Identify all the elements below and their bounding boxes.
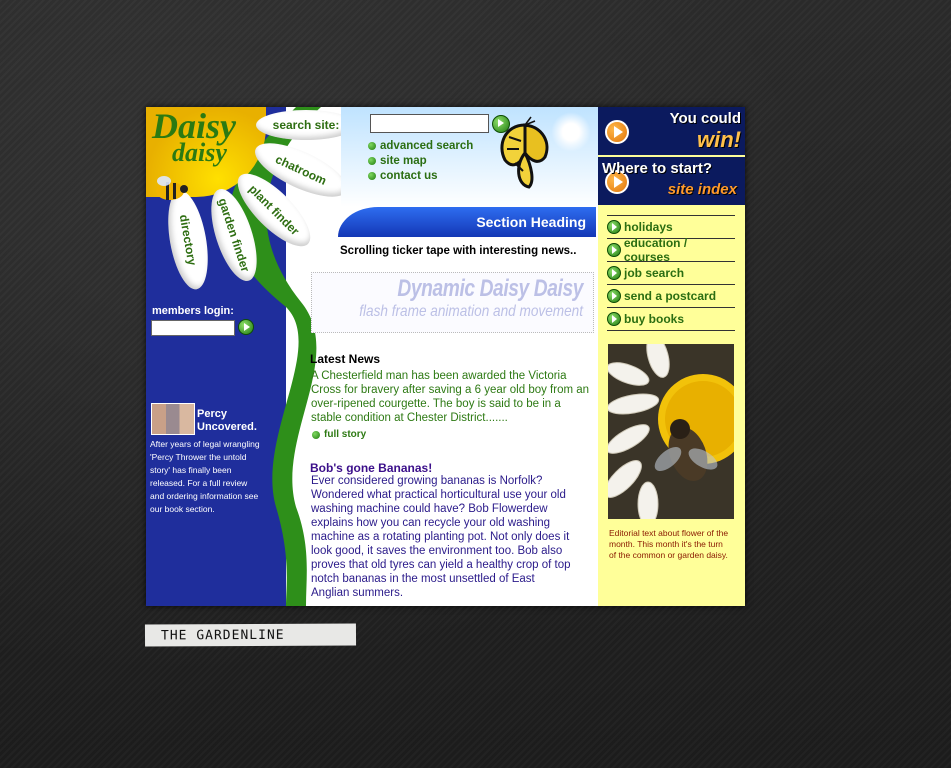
bob-article-heading: Bob's gone Bananas!	[310, 461, 433, 475]
site-index-banner-line-1: Where to start?	[602, 160, 713, 177]
bullet-icon	[312, 430, 320, 439]
menu-item-holidays[interactable]: holidays	[607, 215, 735, 238]
header-nav-links: advanced search site map contact us	[368, 138, 473, 183]
bob-article-text: Ever considered growing bananas is Norfo…	[311, 475, 571, 599]
bullet-icon	[368, 171, 376, 180]
bee-icon	[156, 176, 188, 200]
site-map-link[interactable]: site map	[368, 153, 473, 168]
contact-us-link[interactable]: contact us	[368, 168, 473, 183]
nav-link-label: site map	[380, 154, 427, 167]
win-banner[interactable]: You could win!	[598, 107, 745, 155]
flash-line-2: flash frame animation and movement	[359, 303, 583, 320]
arrow-icon	[607, 289, 621, 303]
members-login-label: members login:	[152, 305, 234, 317]
latest-news-text: A Chesterfield man has been awarded the …	[311, 370, 590, 424]
logo-line-2: daisy	[172, 137, 227, 167]
arrow-icon	[607, 312, 621, 326]
arrow-icon	[607, 243, 621, 257]
search-input[interactable]	[370, 114, 489, 133]
sun-icon	[551, 112, 591, 152]
menu-item-label: send a postcard	[624, 289, 717, 303]
nav-link-label: contact us	[380, 169, 438, 182]
right-menu: holidays education / courses job search …	[607, 215, 735, 331]
website-mockup: Daisy daisy search site: chatroom plant …	[146, 107, 745, 606]
menu-item-send-postcard[interactable]: send a postcard	[607, 284, 735, 307]
menu-item-job-search[interactable]: job search	[607, 261, 735, 284]
menu-item-label: job search	[624, 266, 685, 280]
latest-news-heading: Latest News	[310, 352, 381, 366]
flash-line-1: Dynamic Daisy Daisy	[397, 275, 583, 302]
advanced-search-link[interactable]: advanced search	[368, 138, 473, 153]
gardenline-label: THE GARDENLINE	[144, 623, 357, 647]
win-banner-line-1: You could	[669, 110, 741, 127]
flash-banner: Dynamic Daisy Daisy flash frame animatio…	[311, 272, 594, 333]
news-ticker: Scrolling ticker tape with interesting n…	[340, 245, 577, 257]
menu-item-education[interactable]: education / courses	[607, 236, 735, 264]
bullet-icon	[368, 141, 376, 150]
play-icon	[605, 120, 629, 144]
percy-text: After years of legal wrangling 'Percy Th…	[150, 439, 260, 514]
logo-line-1: Daisy	[152, 107, 236, 146]
nav-link-label: advanced search	[380, 139, 474, 152]
site-index-banner-line-2: site index	[667, 181, 737, 198]
percy-title: Percy Uncovered.	[197, 408, 257, 433]
bullet-icon	[368, 156, 376, 165]
menu-item-buy-books[interactable]: buy books	[607, 307, 735, 331]
arrow-icon	[607, 266, 621, 280]
editorial-text: Editorial text about flower of the month…	[609, 528, 729, 560]
menu-item-label: holidays	[624, 220, 673, 234]
directory-link[interactable]: directory	[177, 213, 200, 266]
members-go-button[interactable]	[238, 319, 254, 335]
menu-item-label: education / courses	[623, 236, 688, 264]
full-story-link[interactable]: full story	[312, 429, 366, 440]
site-index-banner[interactable]: Where to start? site index	[598, 157, 745, 205]
win-banner-line-2: win!	[697, 127, 741, 152]
section-heading: Section Heading	[338, 207, 596, 237]
butterfly-icon	[500, 116, 549, 189]
menu-item-label: buy books	[624, 312, 685, 326]
arrow-icon	[607, 220, 621, 234]
search-site-label: search site:	[272, 118, 340, 132]
daisy-bee-photo	[608, 344, 734, 519]
members-login-input[interactable]	[151, 320, 235, 336]
percy-photo	[151, 403, 195, 435]
daisy-logo[interactable]: Daisy daisy	[152, 107, 252, 171]
full-story-label: full story	[324, 429, 367, 440]
